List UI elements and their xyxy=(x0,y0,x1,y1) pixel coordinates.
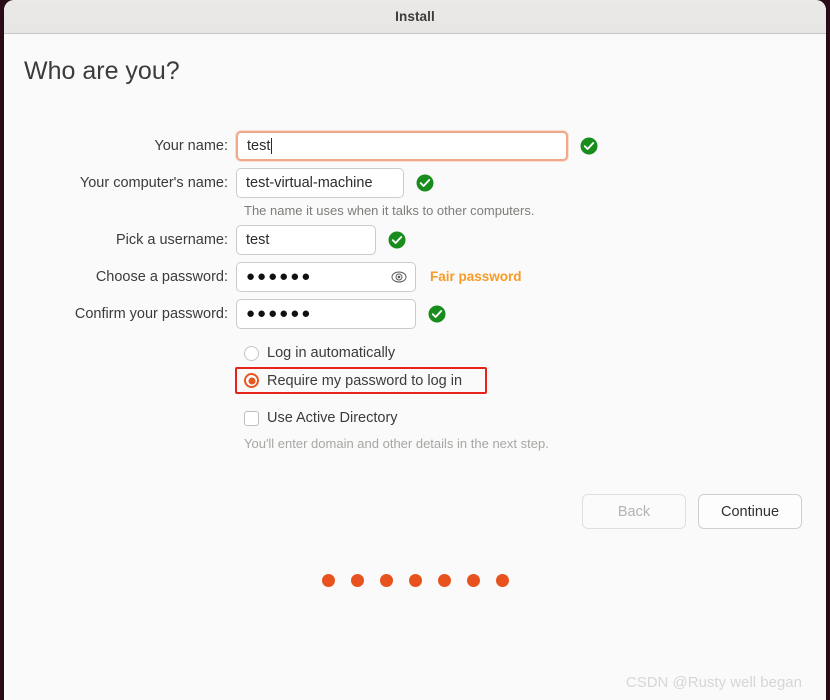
window-titlebar: Install xyxy=(4,0,826,34)
option-label-active-directory: Use Active Directory xyxy=(267,410,398,426)
option-require-password[interactable]: Require my password to log in xyxy=(235,367,487,394)
check-circle-icon xyxy=(428,305,446,323)
password-value: ●●●●●● xyxy=(246,268,313,285)
field-row-your-name: Your name: test xyxy=(4,127,826,164)
progress-dot xyxy=(321,574,335,587)
back-button[interactable]: Back xyxy=(582,494,686,529)
radio-selected-icon[interactable] xyxy=(244,373,259,388)
confirm-password-input[interactable]: ●●●●●● xyxy=(236,298,416,329)
label-confirm-password: Confirm your password: xyxy=(74,305,228,322)
option-log-in-automatically[interactable]: Log in automatically xyxy=(244,341,826,365)
field-row-confirm-password: Confirm your password: ●●●●●● xyxy=(4,295,826,332)
desktop-background: Install Who are you? Your name: test You… xyxy=(0,0,830,700)
active-directory-helper-text: You'll enter domain and other details in… xyxy=(244,436,549,451)
label-computer-name: Your computer's name: xyxy=(79,174,228,191)
option-label-log-in-automatically: Log in automatically xyxy=(267,345,396,361)
computer-name-helper-text: The name it uses when it talks to other … xyxy=(244,203,535,218)
computer-name-input[interactable]: test-virtual-machine xyxy=(236,167,404,198)
field-row-computer-name: Your computer's name: test-virtual-machi… xyxy=(4,164,826,201)
options-spacer xyxy=(244,396,826,406)
progress-dot xyxy=(408,574,422,587)
confirm-password-value: ●●●●●● xyxy=(246,305,313,322)
field-row-username: Pick a username: test xyxy=(4,221,826,258)
password-input[interactable]: ●●●●●● xyxy=(236,261,416,292)
username-input[interactable]: test xyxy=(236,224,376,255)
label-your-name: Your name: xyxy=(154,137,228,154)
progress-dot xyxy=(495,574,509,587)
password-strength-label: Fair password xyxy=(430,269,522,284)
page-title: Who are you? xyxy=(24,57,180,85)
your-name-input[interactable]: test xyxy=(236,130,568,161)
text-caret xyxy=(271,137,273,154)
footer-button-group: Back Continue xyxy=(582,494,802,529)
eye-icon[interactable] xyxy=(391,269,407,285)
continue-button[interactable]: Continue xyxy=(698,494,802,529)
check-circle-icon xyxy=(580,137,598,155)
installer-window: Install Who are you? Your name: test You… xyxy=(4,0,826,700)
watermark-text: CSDN @Rusty well began xyxy=(625,674,802,691)
radio-unselected-icon[interactable] xyxy=(244,345,259,361)
progress-dots xyxy=(4,574,826,587)
check-circle-icon xyxy=(388,231,406,249)
username-value: test xyxy=(246,231,270,248)
your-name-value: test xyxy=(247,137,271,154)
progress-dot xyxy=(466,574,480,587)
window-title: Install xyxy=(395,9,435,24)
login-options-group: Log in automatically Require my password… xyxy=(235,341,826,430)
progress-dot xyxy=(350,574,364,587)
label-password: Choose a password: xyxy=(95,268,228,285)
check-circle-icon xyxy=(416,174,434,192)
option-use-active-directory[interactable]: Use Active Directory xyxy=(244,406,826,430)
computer-name-value: test-virtual-machine xyxy=(246,174,373,191)
checkbox-unchecked-icon[interactable] xyxy=(244,410,259,426)
progress-dot xyxy=(437,574,451,587)
user-setup-form: Your name: test Your computer's name: te… xyxy=(4,127,826,454)
label-username: Pick a username: xyxy=(115,231,228,248)
window-content: Who are you? Your name: test Your comput… xyxy=(4,34,826,700)
progress-dot xyxy=(379,574,393,587)
option-label-require-password: Require my password to log in xyxy=(267,372,463,389)
field-row-password: Choose a password: ●●●●●● Fair password xyxy=(4,258,826,295)
